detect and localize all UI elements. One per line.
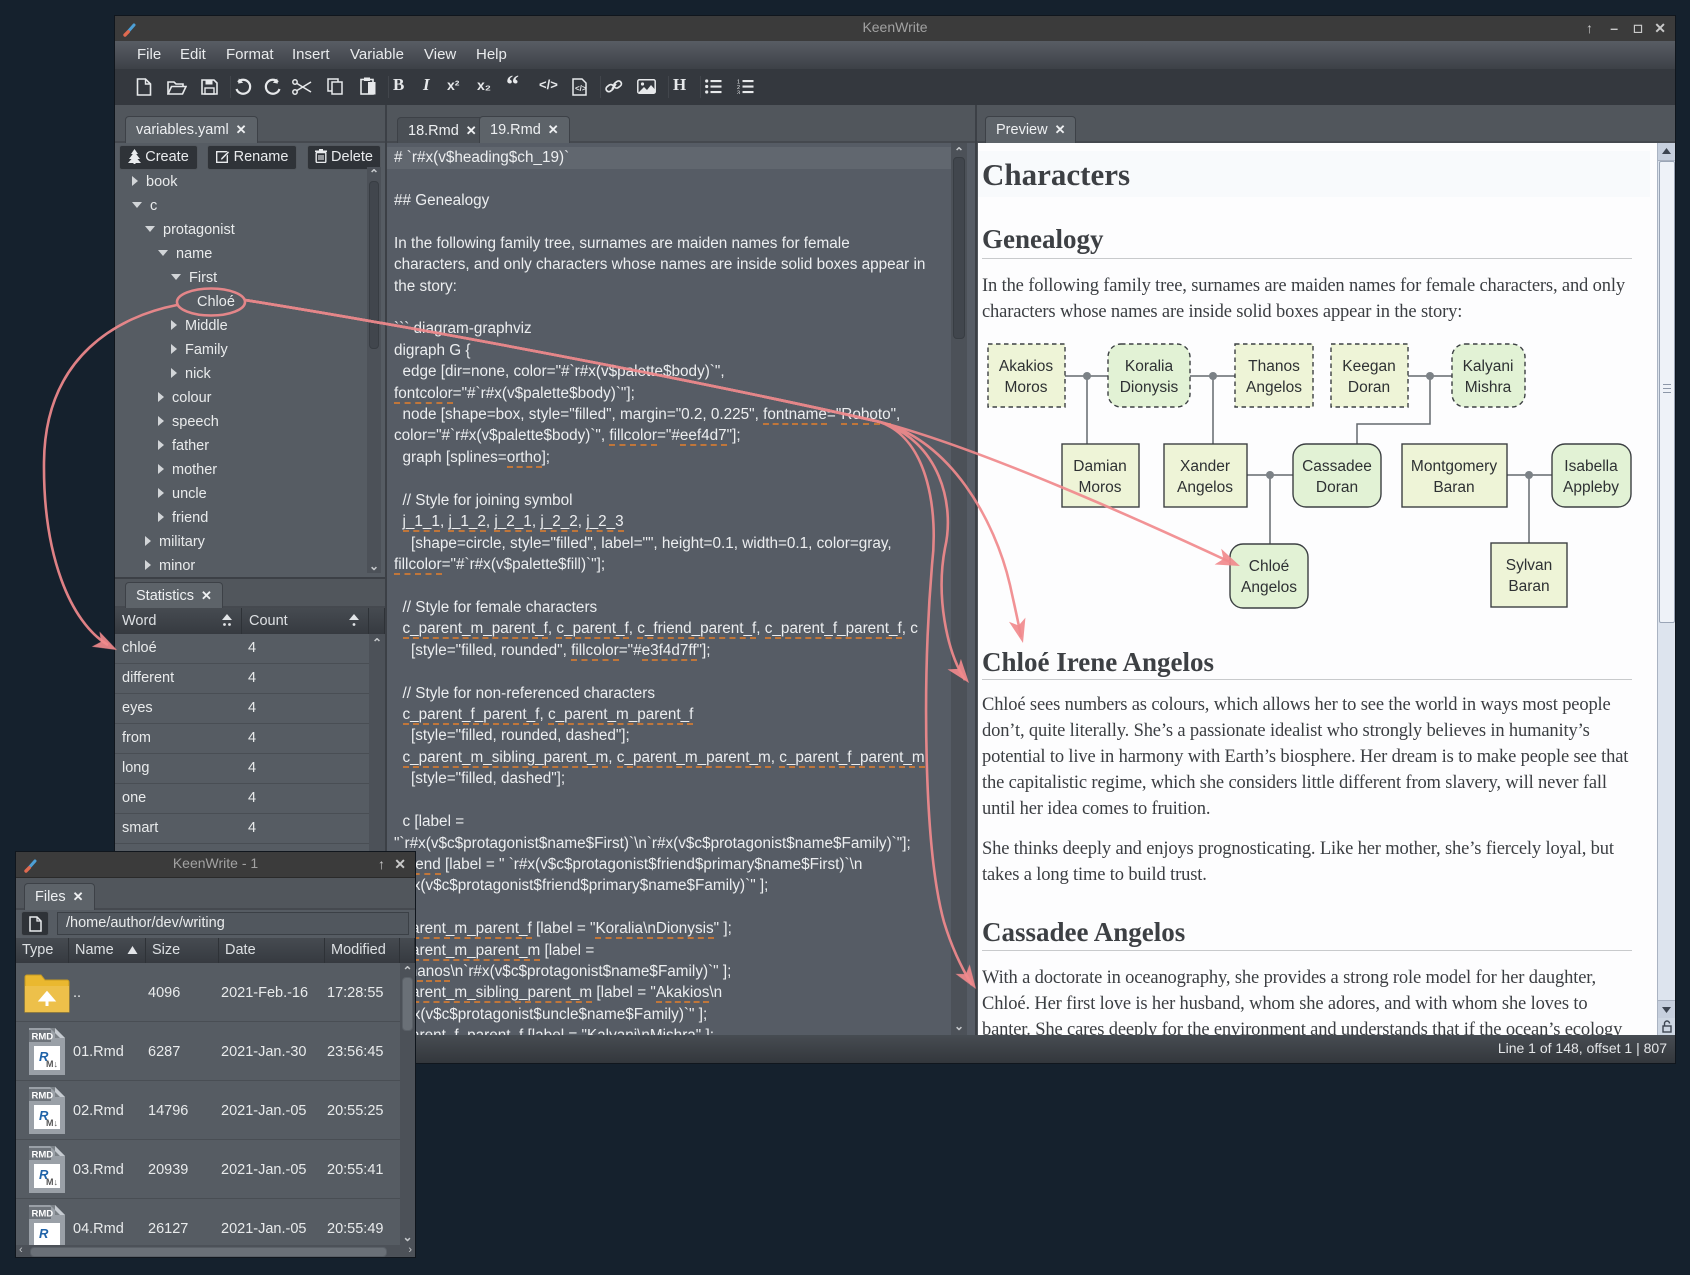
svg-text:Sylvan: Sylvan (1506, 557, 1553, 574)
svg-text:Damian: Damian (1073, 458, 1126, 475)
svg-text:Doran: Doran (1348, 379, 1390, 396)
svg-text:3: 3 (737, 90, 740, 94)
svg-text:Baran: Baran (1508, 578, 1549, 595)
svg-text:Montgomery: Montgomery (1411, 458, 1497, 475)
svg-text:</>: </> (575, 84, 587, 93)
svg-text:Appleby: Appleby (1563, 479, 1619, 496)
svg-text:Angelos: Angelos (1246, 379, 1302, 396)
svg-text:Cassadee: Cassadee (1302, 458, 1372, 475)
svg-text:Chloé: Chloé (1249, 558, 1290, 575)
svg-text:Angelos: Angelos (1241, 579, 1297, 596)
svg-text:RMD: RMD (32, 1032, 54, 1043)
svg-text:Dionysis: Dionysis (1120, 379, 1179, 396)
svg-text:Akakios: Akakios (999, 358, 1054, 375)
svg-text:Moros: Moros (1004, 379, 1047, 396)
svg-text:Moros: Moros (1078, 479, 1121, 496)
svg-text:Kalyani: Kalyani (1463, 358, 1514, 375)
svg-text:R: R (39, 1226, 49, 1241)
svg-text:Doran: Doran (1316, 479, 1358, 496)
svg-text:Baran: Baran (1433, 479, 1474, 496)
svg-text:M↓: M↓ (46, 1118, 58, 1128)
svg-text:RMD: RMD (32, 1150, 54, 1161)
svg-text:Koralia: Koralia (1125, 358, 1174, 375)
svg-text:M↓: M↓ (46, 1059, 58, 1069)
svg-text:Thanos: Thanos (1248, 358, 1300, 375)
svg-text:Xander: Xander (1180, 458, 1230, 475)
svg-text:Isabella: Isabella (1564, 458, 1618, 475)
svg-text:Keegan: Keegan (1342, 358, 1395, 375)
svg-text:M↓: M↓ (46, 1177, 58, 1187)
svg-text:Mishra: Mishra (1465, 379, 1512, 396)
svg-text:Angelos: Angelos (1177, 479, 1233, 496)
svg-text:RMD: RMD (32, 1209, 54, 1220)
svg-text:RMD: RMD (32, 1091, 54, 1102)
